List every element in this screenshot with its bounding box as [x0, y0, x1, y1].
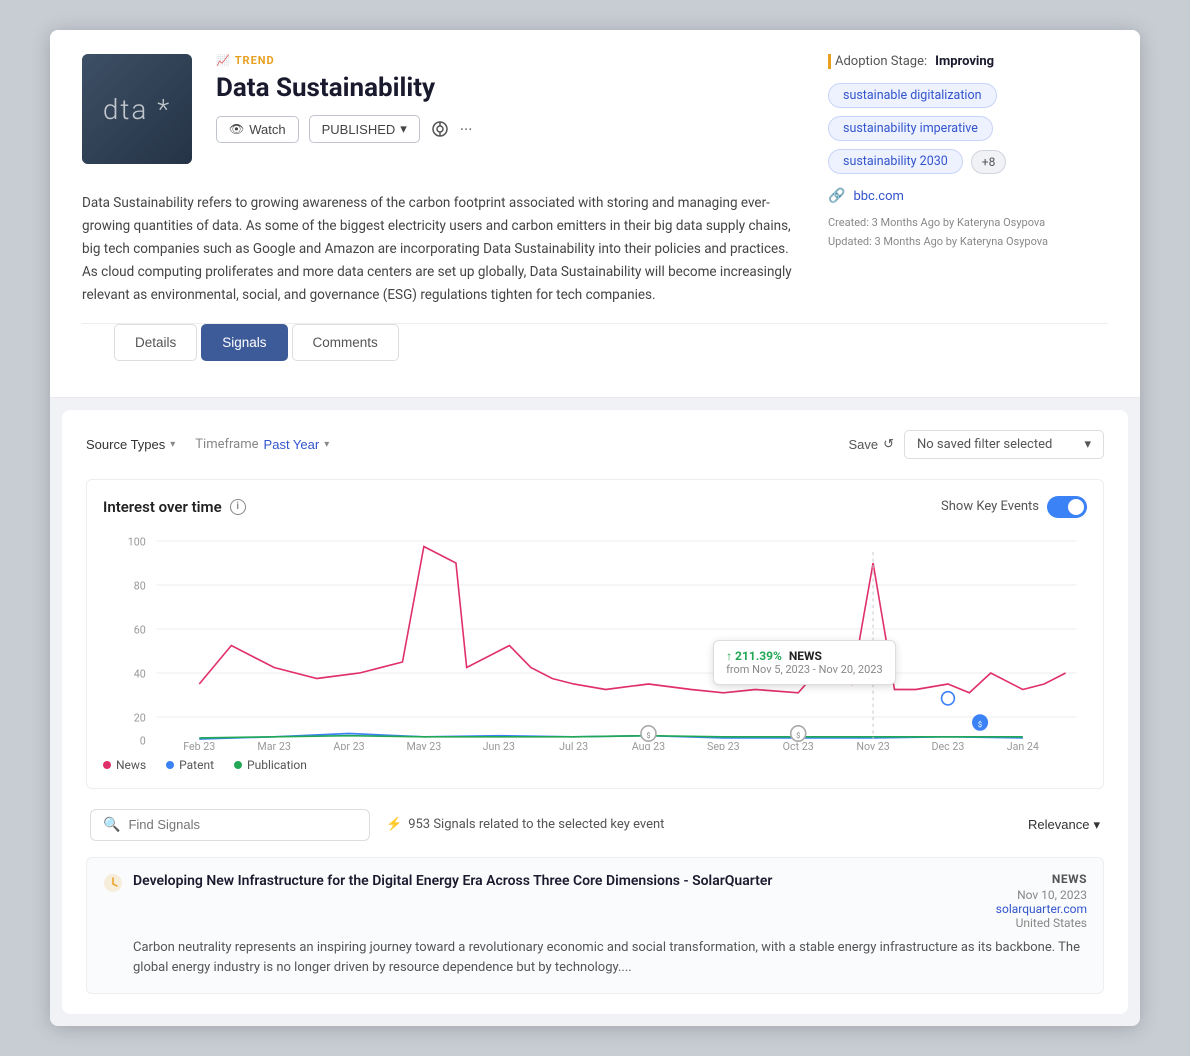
more-options-icon[interactable]: ··· [460, 120, 473, 139]
link-row[interactable]: 🔗 bbc.com [828, 188, 1108, 204]
signal-card: Developing New Infrastructure for the Di… [86, 857, 1104, 995]
svg-text:Jul 23: Jul 23 [559, 740, 588, 750]
signal-search-input[interactable] [128, 817, 357, 832]
tags-section: sustainable digitalization sustainabilit… [828, 83, 1108, 174]
chevron-down-icon: ▾ [400, 121, 407, 137]
key-events-row: Show Key Events [941, 496, 1087, 518]
watch-button[interactable]: 👁 Watch [216, 116, 299, 143]
trend-arrow-icon: 📈 [216, 54, 231, 67]
tab-comments[interactable]: Comments [292, 324, 399, 361]
filter-bar: Source Types ▾ Timeframe Past Year ▾ Sav… [86, 430, 1104, 459]
svg-text:$: $ [646, 730, 650, 739]
svg-text:100: 100 [128, 535, 146, 548]
svg-text:$: $ [796, 730, 800, 739]
signal-source-col: NEWS Nov 10, 2023 solarquarter.com Unite… [947, 872, 1087, 930]
source-types-button[interactable]: Source Types ▾ [86, 437, 175, 452]
svg-text:Sep 23: Sep 23 [707, 740, 740, 750]
legend-publication: Publication [234, 758, 307, 772]
chart-title: Interest over time i [103, 498, 246, 516]
chevron-down-icon: ▾ [1093, 817, 1100, 833]
trend-badge: 📈 TREND [216, 54, 804, 67]
signal-header: Developing New Infrastructure for the Di… [103, 872, 1087, 930]
chart-area: 100 80 60 40 20 0 Feb 23 Mar 23 Apr 23 M… [103, 530, 1087, 750]
chevron-down-icon: ▾ [1084, 437, 1091, 452]
svg-text:20: 20 [134, 711, 146, 724]
timeframe-button[interactable]: Past Year ▾ [264, 437, 330, 452]
chevron-down-icon: ▾ [324, 439, 329, 450]
svg-text:Nov 23: Nov 23 [856, 740, 889, 750]
svg-text:Feb 23: Feb 23 [183, 740, 215, 750]
tags-row: sustainability 2030 +8 [828, 149, 1108, 174]
filter-left: Source Types ▾ Timeframe Past Year ▾ [86, 437, 329, 452]
svg-text:Dec 23: Dec 23 [932, 740, 965, 750]
svg-text:80: 80 [134, 579, 146, 592]
lightning-icon: ⚡ [386, 817, 402, 832]
chevron-down-icon: ▾ [170, 439, 175, 450]
chart-container: Interest over time i Show Key Events [86, 479, 1104, 789]
signals-section: Source Types ▾ Timeframe Past Year ▾ Sav… [62, 410, 1128, 1015]
legend-news: News [103, 758, 146, 772]
tab-signals[interactable]: Signals [201, 324, 287, 361]
meta-info: Created: 3 Months Ago by Kateryna Osypov… [828, 214, 1108, 251]
patent-dot [166, 761, 174, 769]
svg-text:0: 0 [140, 734, 146, 747]
svg-text:Mar 23: Mar 23 [257, 740, 290, 750]
svg-text:$: $ [978, 719, 982, 728]
legend-patent: Patent [166, 758, 214, 772]
refresh-icon: ↺ [883, 436, 894, 452]
page-title: Data Sustainability [216, 73, 804, 103]
link-icon: 🔗 [828, 188, 845, 204]
svg-text:Apr 23: Apr 23 [333, 740, 364, 750]
header-meta: 📈 TREND Data Sustainability 👁 Watch PUBL… [216, 54, 804, 164]
adoption-row: Adoption Stage: Improving [828, 54, 1108, 69]
published-button[interactable]: PUBLISHED ▾ [309, 115, 420, 143]
svg-text:Jun 23: Jun 23 [483, 740, 515, 750]
header-card: dta * 📈 TREND Data Sustainability 👁 Watc… [50, 30, 1140, 398]
description-text: Data Sustainability refers to growing aw… [82, 192, 804, 307]
eye-icon: 👁 [229, 122, 244, 136]
chart-header: Interest over time i Show Key Events [103, 496, 1087, 518]
tag-0[interactable]: sustainable digitalization [828, 83, 997, 108]
signal-search-wrap[interactable]: 🔍 [90, 809, 370, 841]
tag-2[interactable]: sustainability 2030 [828, 149, 963, 174]
signal-title[interactable]: Developing New Infrastructure for the Di… [133, 872, 937, 892]
publication-dot [234, 761, 242, 769]
relevance-button[interactable]: Relevance ▾ [1028, 817, 1100, 833]
svg-text:Jan 24: Jan 24 [1007, 740, 1039, 750]
toggle-knob [1068, 499, 1084, 515]
chart-legend: News Patent Publication [103, 758, 1087, 772]
signals-search-bar: 🔍 ⚡ 953 Signals related to the selected … [86, 809, 1104, 841]
tag-more[interactable]: +8 [971, 150, 1007, 174]
news-dot [103, 761, 111, 769]
tabs-bar: Details Signals Comments [82, 323, 1108, 373]
tab-details[interactable]: Details [114, 324, 197, 361]
tag-1[interactable]: sustainability imperative [828, 116, 993, 141]
signals-count: ⚡ 953 Signals related to the selected ke… [386, 817, 664, 832]
description-section: Data Sustainability refers to growing aw… [82, 192, 804, 307]
main-container: dta * 📈 TREND Data Sustainability 👁 Watc… [50, 30, 1140, 1026]
svg-text:May 23: May 23 [406, 740, 441, 750]
header-right: Adoption Stage: Improving sustainable di… [828, 54, 1108, 307]
signal-body: Carbon neutrality represents an inspirin… [103, 938, 1087, 980]
connect-icon[interactable] [430, 119, 450, 139]
save-button[interactable]: Save ↺ [848, 436, 894, 452]
filter-right: Save ↺ No saved filter selected ▾ [848, 430, 1104, 459]
search-icon: 🔍 [103, 817, 120, 833]
action-row: 👁 Watch PUBLISHED ▾ [216, 115, 804, 143]
trend-thumbnail: dta * [82, 54, 192, 164]
filter-select[interactable]: No saved filter selected ▾ [904, 430, 1104, 459]
info-icon[interactable]: i [230, 499, 246, 515]
timeframe-filter: Timeframe Past Year ▾ [195, 437, 329, 452]
interest-chart: 100 80 60 40 20 0 Feb 23 Mar 23 Apr 23 M… [103, 530, 1087, 750]
key-events-toggle[interactable] [1047, 496, 1087, 518]
svg-text:40: 40 [134, 667, 146, 680]
signal-type-icon [103, 873, 123, 893]
svg-text:60: 60 [134, 623, 146, 636]
